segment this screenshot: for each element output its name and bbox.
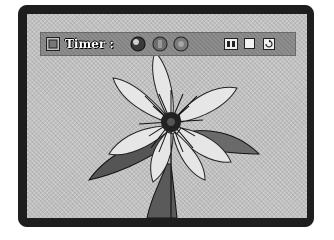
- fit-icon[interactable]: [244, 38, 255, 49]
- photo-icon: [45, 35, 61, 53]
- tv-screen: Timer :: [27, 14, 307, 218]
- speed-slow-icon[interactable]: [129, 35, 147, 53]
- speed-fast-icon[interactable]: [172, 35, 190, 53]
- zoom-icon[interactable]: [224, 35, 238, 53]
- flower-pistil: [167, 118, 175, 126]
- timer-label: Timer :: [65, 37, 114, 51]
- rotate-icon[interactable]: [263, 35, 275, 53]
- speed-medium-icon[interactable]: [151, 35, 169, 53]
- slideshow-osd-bar: Timer :: [40, 32, 296, 56]
